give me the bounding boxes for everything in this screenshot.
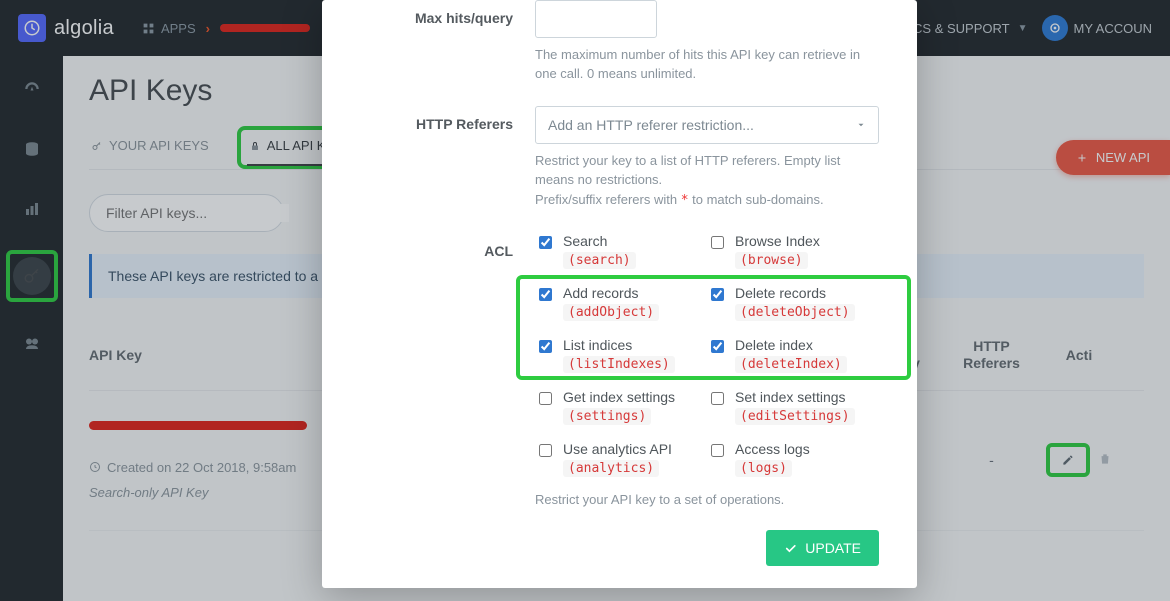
help-referers1: Restrict your key to a list of HTTP refe…	[535, 152, 879, 190]
acl-item-addObject[interactable]: Add records (addObject)	[535, 285, 707, 321]
caret-down-icon	[856, 120, 866, 130]
acl-label: List indices	[563, 337, 675, 353]
acl-checkbox[interactable]	[539, 340, 552, 353]
label-referers: HTTP Referers	[360, 106, 535, 212]
acl-code: (addObject)	[563, 304, 659, 321]
acl-grid: Search (search) Browse Index (browse) Ad…	[535, 233, 879, 477]
label-max-hits: Max hits/query	[360, 0, 535, 84]
acl-item-logs[interactable]: Access logs (logs)	[707, 441, 879, 477]
acl-label: Set index settings	[735, 389, 855, 405]
check-icon	[784, 542, 797, 555]
acl-item-listIndexes[interactable]: List indices (listIndexes)	[535, 337, 707, 373]
acl-item-editSettings[interactable]: Set index settings (editSettings)	[707, 389, 879, 425]
edit-api-key-modal: Max hits/query The maximum number of hit…	[322, 0, 917, 588]
acl-label: Browse Index	[735, 233, 820, 249]
acl-code: (search)	[563, 252, 636, 269]
help-acl: Restrict your API key to a set of operat…	[535, 491, 879, 510]
acl-code: (browse)	[735, 252, 808, 269]
acl-checkbox[interactable]	[711, 392, 724, 405]
acl-item-analytics[interactable]: Use analytics API (analytics)	[535, 441, 707, 477]
input-max-hits[interactable]	[535, 0, 657, 38]
acl-checkbox[interactable]	[711, 288, 724, 301]
label-acl: ACL	[360, 233, 535, 510]
acl-item-settings[interactable]: Get index settings (settings)	[535, 389, 707, 425]
help-max-hits: The maximum number of hits this API key …	[535, 46, 879, 84]
acl-item-deleteIndex[interactable]: Delete index (deleteIndex)	[707, 337, 879, 373]
acl-code: (deleteIndex)	[735, 356, 847, 373]
acl-checkbox[interactable]	[539, 236, 552, 249]
acl-checkbox[interactable]	[539, 392, 552, 405]
acl-checkbox[interactable]	[711, 236, 724, 249]
acl-code: (listIndexes)	[563, 356, 675, 373]
acl-label: Delete index	[735, 337, 847, 353]
acl-label: Delete records	[735, 285, 855, 301]
update-label: UPDATE	[805, 540, 861, 556]
acl-checkbox[interactable]	[711, 444, 724, 457]
acl-checkbox[interactable]	[539, 444, 552, 457]
acl-item-browse[interactable]: Browse Index (browse)	[707, 233, 879, 269]
acl-label: Get index settings	[563, 389, 675, 405]
acl-label: Access logs	[735, 441, 810, 457]
acl-checkbox[interactable]	[539, 288, 552, 301]
acl-code: (settings)	[563, 408, 651, 425]
acl-label: Use analytics API	[563, 441, 672, 457]
acl-label: Search	[563, 233, 636, 249]
acl-checkbox[interactable]	[711, 340, 724, 353]
referers-placeholder: Add an HTTP referer restriction...	[548, 117, 754, 133]
input-referers[interactable]: Add an HTTP referer restriction...	[535, 106, 879, 144]
acl-item-deleteObject[interactable]: Delete records (deleteObject)	[707, 285, 879, 321]
acl-code: (editSettings)	[735, 408, 855, 425]
acl-label: Add records	[563, 285, 659, 301]
acl-code: (analytics)	[563, 460, 659, 477]
acl-code: (logs)	[735, 460, 792, 477]
update-button[interactable]: UPDATE	[766, 530, 879, 566]
acl-item-search[interactable]: Search (search)	[535, 233, 707, 269]
acl-code: (deleteObject)	[735, 304, 855, 321]
help-referers2: Prefix/suffix referers with * to match s…	[535, 191, 879, 211]
